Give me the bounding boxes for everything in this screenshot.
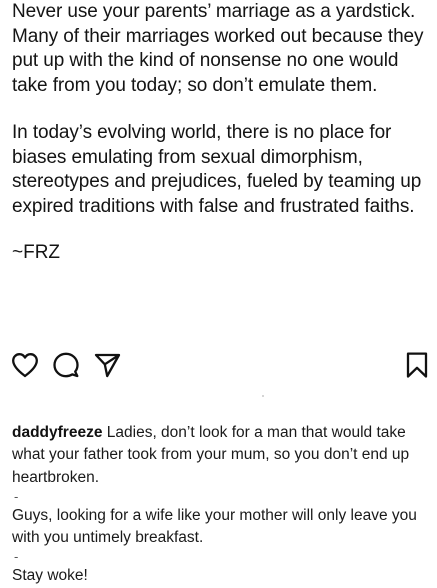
post-action-bar xyxy=(0,350,437,380)
like-button[interactable] xyxy=(10,350,40,380)
post-paragraph-1: Never use your parents’ marriage as a ya… xyxy=(12,1,424,96)
share-button[interactable] xyxy=(92,350,122,380)
caption-username[interactable]: daddyfreeze xyxy=(12,424,102,441)
caption-separator-1: - xyxy=(14,488,19,504)
comment-button[interactable] xyxy=(51,350,81,380)
comment-bubble-icon xyxy=(53,352,79,378)
post-image-text: Never use your parents’ marriage as a ya… xyxy=(12,0,432,265)
caption-separator-2: - xyxy=(14,549,19,565)
post-signature: ~FRZ xyxy=(12,242,61,263)
post-paragraph-2: In today’s evolving world, there is no p… xyxy=(12,122,422,217)
paper-plane-icon xyxy=(94,353,121,378)
heart-icon xyxy=(12,353,38,378)
bookmark-icon xyxy=(406,352,428,378)
caption-line-1: daddyfreeze Ladies, don’t look for a man… xyxy=(12,422,432,489)
caption-text-2: Guys, looking for a wife like your mothe… xyxy=(12,506,417,547)
caption-text-3: Stay woke! xyxy=(12,567,88,585)
save-button[interactable] xyxy=(402,350,432,380)
carousel-indicator-dot xyxy=(262,395,264,397)
post-caption: daddyfreeze Ladies, don’t look for a man… xyxy=(12,422,432,588)
